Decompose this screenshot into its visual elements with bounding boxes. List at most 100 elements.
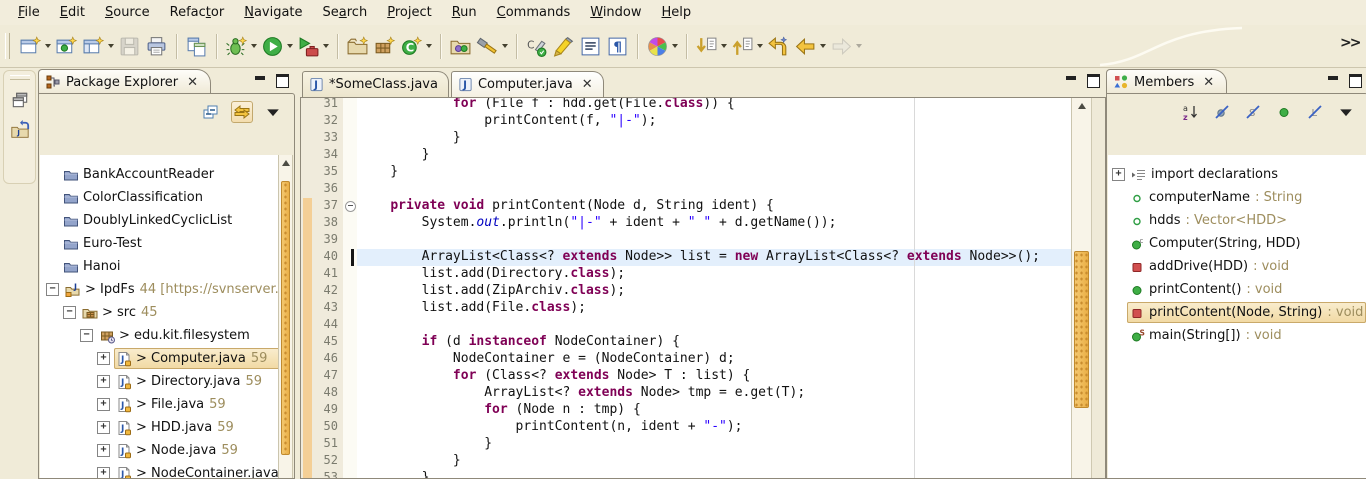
toolbar-drag-handle[interactable] xyxy=(5,33,10,59)
chevron-down-icon[interactable] xyxy=(721,44,727,48)
expander-icon[interactable]: − xyxy=(63,306,76,319)
highlighter-icon[interactable] xyxy=(550,33,577,60)
close-icon[interactable]: ✕ xyxy=(1203,75,1214,90)
new-view-wizard-icon[interactable] xyxy=(80,33,116,60)
tree-item[interactable]: ColorClassification xyxy=(40,186,293,209)
chevron-down-icon[interactable] xyxy=(672,44,678,48)
minimize-button[interactable] xyxy=(253,74,267,86)
members-tab[interactable]: Members ✕ xyxy=(1106,69,1227,94)
minimize-button[interactable] xyxy=(1326,74,1340,86)
run-external-icon[interactable] xyxy=(295,33,331,60)
expander-icon[interactable]: − xyxy=(80,329,93,342)
code-line[interactable]: list.add(Directory.class); xyxy=(357,266,1073,283)
member-item[interactable]: hdds: Vector<HDD> xyxy=(1108,209,1366,232)
expander-icon[interactable]: + xyxy=(97,375,110,388)
maximize-button[interactable] xyxy=(1348,74,1362,86)
color-wheel-icon[interactable] xyxy=(644,33,680,60)
menu-search[interactable]: Search xyxy=(313,2,378,23)
menu-run[interactable]: Run xyxy=(442,2,487,23)
show-whitespace-icon[interactable]: ¶ xyxy=(604,33,631,60)
code-line[interactable]: } xyxy=(357,147,1073,164)
prev-annotation-icon[interactable] xyxy=(729,33,765,60)
code-line[interactable]: } xyxy=(357,436,1073,453)
code-line[interactable]: printContent(n, ident + "-"); xyxy=(357,419,1073,436)
new-class-icon[interactable]: C xyxy=(398,33,434,60)
code-line[interactable] xyxy=(357,232,1073,249)
scrollbar-thumb[interactable] xyxy=(1074,251,1089,408)
code-line[interactable]: for (Class<? extends Node> T : list) { xyxy=(357,368,1073,385)
member-item[interactable]: printContent(Node, String): void xyxy=(1108,301,1366,324)
tree-item[interactable]: −> edu.kit.filesystem xyxy=(40,324,293,347)
member-item[interactable]: Smain(String[]): void xyxy=(1108,324,1366,347)
view-menu-icon[interactable] xyxy=(1335,101,1357,123)
chevron-down-icon[interactable] xyxy=(251,44,257,48)
tree-item[interactable]: −> src45 xyxy=(40,301,293,324)
scroll-up-arrow[interactable] xyxy=(1072,98,1091,113)
code-line[interactable]: private void printContent(Node d, String… xyxy=(357,198,1073,215)
externalize-strings-icon[interactable]: C xyxy=(523,33,550,60)
show-selected-element-icon[interactable] xyxy=(577,33,604,60)
chevron-down-icon[interactable] xyxy=(820,44,826,48)
tree-item[interactable]: DoublyLinkedCyclicList xyxy=(40,209,293,232)
view-menu-icon[interactable] xyxy=(262,101,284,123)
scroll-up-arrow[interactable] xyxy=(279,155,292,170)
folding-ruler[interactable] xyxy=(343,98,357,478)
member-item[interactable]: addDrive(HDD): void xyxy=(1108,255,1366,278)
code-text-area[interactable]: for (File f : hdd.get(File.class)) { pri… xyxy=(357,98,1073,478)
tree-item[interactable]: +J> Directory.java59 xyxy=(40,370,293,393)
editor-tab-someclassjava[interactable]: J*SomeClass.java xyxy=(302,71,449,97)
code-line[interactable]: System.out.println("|-" + ident + " " + … xyxy=(357,215,1073,232)
new-package-icon[interactable] xyxy=(371,33,398,60)
expander-icon[interactable]: + xyxy=(1112,168,1125,181)
hide-fields-icon[interactable] xyxy=(1211,101,1233,123)
code-line[interactable]: } xyxy=(357,130,1073,147)
code-line[interactable]: } xyxy=(357,164,1073,181)
code-line[interactable]: if (d instanceof NodeContainer) { xyxy=(357,334,1073,351)
expander-icon[interactable]: + xyxy=(97,398,110,411)
maximize-button[interactable] xyxy=(1086,74,1100,86)
code-line[interactable] xyxy=(357,317,1073,334)
expander-icon[interactable]: + xyxy=(97,352,110,365)
toolbar-overflow-chevron[interactable]: >> xyxy=(1340,35,1359,51)
member-item[interactable]: cComputer(String, HDD) xyxy=(1108,232,1366,255)
member-item[interactable]: computerName: String xyxy=(1108,186,1366,209)
editor-tab-computerjava[interactable]: JComputer.java✕ xyxy=(451,71,604,97)
menu-window[interactable]: Window xyxy=(580,2,651,23)
minimize-button[interactable] xyxy=(1064,74,1078,86)
menu-edit[interactable]: Edit xyxy=(50,2,95,23)
close-icon[interactable]: ✕ xyxy=(187,75,198,90)
editor-scrollbar[interactable] xyxy=(1071,98,1092,478)
restore-view-button[interactable] xyxy=(8,88,32,112)
code-line[interactable]: ArrayList<Class<? extends Node>> list = … xyxy=(357,249,1073,266)
last-edit-location-icon[interactable] xyxy=(765,33,792,60)
maximize-button[interactable] xyxy=(275,74,289,86)
menu-source[interactable]: Source xyxy=(95,2,160,23)
next-annotation-icon[interactable] xyxy=(693,33,729,60)
expander-icon[interactable]: + xyxy=(97,467,110,478)
chevron-down-icon[interactable] xyxy=(757,44,763,48)
perspective-bar-handle[interactable] xyxy=(10,75,30,80)
menu-navigate[interactable]: Navigate xyxy=(234,2,312,23)
chevron-down-icon[interactable] xyxy=(502,44,508,48)
chevron-down-icon[interactable] xyxy=(287,44,293,48)
code-line[interactable] xyxy=(357,181,1073,198)
menu-project[interactable]: Project xyxy=(377,2,442,23)
run-icon[interactable] xyxy=(259,33,295,60)
search-icon[interactable] xyxy=(474,33,510,60)
code-line[interactable]: } xyxy=(357,470,1073,478)
expander-icon[interactable]: + xyxy=(97,421,110,434)
menu-file[interactable]: File xyxy=(8,2,50,23)
tree-item[interactable]: Hanoi xyxy=(40,255,293,278)
tree-scrollbar[interactable] xyxy=(278,155,293,478)
code-line[interactable]: for (File f : hdd.get(File.class)) { xyxy=(357,98,1073,113)
chevron-down-icon[interactable] xyxy=(426,44,432,48)
collapse-all-icon[interactable] xyxy=(200,101,222,123)
expander-icon[interactable]: − xyxy=(46,283,59,296)
chevron-down-icon[interactable] xyxy=(856,44,862,48)
code-line[interactable]: } xyxy=(357,453,1073,470)
package-explorer-tab[interactable]: Package Explorer ✕ xyxy=(38,69,211,94)
chevron-down-icon[interactable] xyxy=(323,44,329,48)
tree-item[interactable]: BankAccountReader xyxy=(40,163,293,186)
code-line[interactable]: NodeContainer e = (NodeContainer) d; xyxy=(357,351,1073,368)
tree-item[interactable]: +J> File.java59 xyxy=(40,393,293,416)
